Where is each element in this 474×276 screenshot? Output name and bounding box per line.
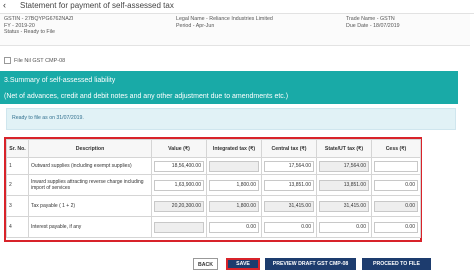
central-tax-field[interactable]: 0.00 bbox=[264, 221, 314, 233]
central-tax-field[interactable]: 17,564.00 bbox=[264, 160, 314, 172]
table-row: 1 Outward supplies (including exempt sup… bbox=[6, 157, 421, 175]
file-nil-label: File Nil GST CMP-08 bbox=[14, 57, 66, 64]
sr-cell: 3 bbox=[6, 195, 29, 217]
taxpayer-info-panel: GSTIN - 27BQYPG6762NAZI FY - 2019-20 Sta… bbox=[0, 14, 470, 46]
sr-cell: 4 bbox=[6, 216, 29, 238]
table-header-row: Sr. No. Description Value (₹) Integrated… bbox=[6, 139, 421, 158]
state-tax-field[interactable]: 0.00 bbox=[319, 221, 369, 233]
state-tax-field: 31,415.00 bbox=[319, 200, 369, 212]
cess-field[interactable]: 0.00 bbox=[374, 221, 418, 233]
trade-name-text: Trade Name - GSTN bbox=[346, 16, 395, 22]
value-field: 20,20,300.00 bbox=[154, 200, 204, 212]
value-field[interactable]: 18,56,400.00 bbox=[154, 160, 204, 172]
central-tax-field[interactable]: 13,851.00 bbox=[264, 179, 314, 191]
integrated-tax-field: 1,800.00 bbox=[209, 200, 259, 212]
top-bar: ‹ Statement for payment of self-assessed… bbox=[0, 0, 474, 14]
page-title: Statement for payment of self-assessed t… bbox=[20, 1, 174, 10]
col-header-cess: Cess (₹) bbox=[371, 139, 421, 158]
table-row: 4 Interest payable, if any 0.00 0.00 0.0… bbox=[6, 216, 421, 238]
save-button[interactable]: SAVE bbox=[226, 258, 260, 270]
proceed-to-file-button[interactable]: PROCEED TO FILE bbox=[362, 258, 431, 270]
file-nil-checkbox[interactable] bbox=[4, 57, 11, 64]
file-nil-option[interactable]: File Nil GST CMP-08 bbox=[4, 57, 65, 64]
cess-field: 0.00 bbox=[374, 200, 418, 212]
sr-cell: 2 bbox=[6, 174, 29, 196]
description-cell: Interest payable, if any bbox=[28, 216, 152, 238]
col-header-central-tax: Central tax (₹) bbox=[261, 139, 317, 158]
back-arrow-icon[interactable]: ‹ bbox=[3, 0, 6, 10]
integrated-tax-field[interactable]: 1,800.00 bbox=[209, 179, 259, 191]
period-text: Period - Apr-Jun bbox=[176, 22, 215, 29]
description-cell: Tax payable ( 1 + 2) bbox=[28, 195, 152, 217]
table-row: 2 Inward supplies attracting reverse cha… bbox=[6, 174, 421, 196]
value-field[interactable]: 1,63,900.00 bbox=[154, 179, 204, 191]
col-header-value: Value (₹) bbox=[151, 139, 207, 158]
description-cell: Inward supplies attracting reverse charg… bbox=[28, 174, 152, 196]
ready-notice-text: Ready to file as on 31/07/2019. bbox=[12, 115, 84, 121]
table-row: 3 Tax payable ( 1 + 2) 20,20,300.00 1,80… bbox=[6, 195, 421, 217]
section-subtitle: (Net of advances, credit and debit notes… bbox=[4, 93, 289, 100]
integrated-tax-field[interactable]: 0.00 bbox=[209, 221, 259, 233]
col-header-description: Description bbox=[28, 139, 152, 158]
section-header: 3.Summary of self-assessed liability (Ne… bbox=[0, 71, 458, 104]
state-tax-field: 17,564.00 bbox=[319, 160, 369, 172]
col-header-sr: Sr. No. bbox=[6, 139, 29, 158]
sr-cell: 1 bbox=[6, 157, 29, 175]
value-field bbox=[154, 221, 204, 233]
liability-table: Sr. No. Description Value (₹) Integrated… bbox=[6, 139, 421, 238]
ready-to-file-notice: Ready to file as on 31/07/2019. bbox=[6, 108, 456, 130]
preview-draft-button[interactable]: PREVIEW DRAFT GST CMP-08 bbox=[265, 258, 356, 270]
back-button[interactable]: BACK bbox=[193, 258, 218, 270]
due-date-text: Due Date - 18/07/2019 bbox=[346, 22, 400, 29]
state-tax-field: 13,851.00 bbox=[319, 179, 369, 191]
cess-field[interactable]: 0.00 bbox=[374, 179, 418, 191]
central-tax-field: 31,415.00 bbox=[264, 200, 314, 212]
section-title: 3.Summary of self-assessed liability bbox=[4, 77, 116, 84]
status-text: Status - Ready to File bbox=[4, 29, 55, 35]
col-header-state-tax: State/UT tax (₹) bbox=[316, 139, 372, 158]
cess-field[interactable] bbox=[374, 160, 418, 172]
integrated-tax-field bbox=[209, 160, 259, 172]
legal-name-text: Legal Name - Reliance Industries Limited bbox=[176, 16, 273, 22]
description-cell: Outward supplies (including exempt suppl… bbox=[28, 157, 152, 175]
col-header-integrated-tax: Integrated tax (₹) bbox=[206, 139, 262, 158]
gstin-text: GSTIN - 27BQYPG6762NAZI bbox=[4, 16, 74, 22]
